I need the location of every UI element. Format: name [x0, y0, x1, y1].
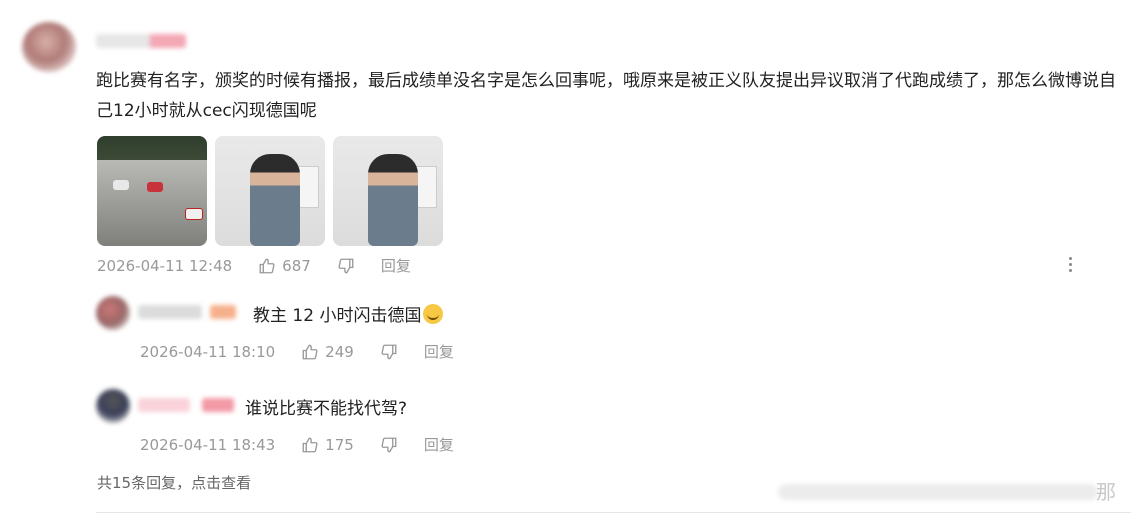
user-badge-blurred: [202, 398, 234, 412]
reply-button[interactable]: 回复: [424, 434, 454, 455]
username-blurred[interactable]: [138, 398, 190, 412]
avatar[interactable]: [96, 389, 130, 423]
dislike-button[interactable]: [380, 436, 398, 454]
like-button[interactable]: 687: [258, 257, 311, 275]
reply-input-blurred[interactable]: [778, 484, 1098, 500]
avatar[interactable]: [22, 22, 76, 72]
thumbs-down-icon: [338, 258, 354, 273]
reply-meta: 2026-04-11 18:10 249 回复: [140, 341, 454, 362]
like-button[interactable]: 175: [301, 436, 354, 454]
dislike-button[interactable]: [380, 343, 398, 361]
reply-meta: 2026-04-11 18:43 175 回复: [140, 434, 454, 455]
reply-item: 教主 12 小时闪击德国 2026-04-11 18:10 249 回复: [96, 296, 996, 366]
thumbs-down-icon: [381, 344, 397, 359]
thumbs-up-icon: [259, 258, 275, 273]
like-count: 249: [325, 342, 354, 361]
view-all-replies-link[interactable]: 共15条回复，点击查看: [97, 472, 251, 493]
reply-text: 谁说比赛不能找代驾?: [245, 399, 408, 419]
like-button[interactable]: 249: [301, 343, 354, 361]
dislike-button[interactable]: [337, 257, 355, 275]
timestamp: 2026-04-11 18:10: [140, 342, 276, 361]
thumbs-up-icon: [302, 344, 318, 359]
video-thumbnail[interactable]: [333, 136, 443, 246]
thumbs-up-icon: [302, 437, 318, 452]
reply-button[interactable]: 回复: [424, 341, 454, 362]
image-thumbnails: [97, 136, 443, 246]
user-badge-blurred: [210, 305, 236, 319]
reply-text: 教主 12 小时闪击德国: [253, 301, 444, 326]
reply-button[interactable]: 回复: [381, 255, 411, 276]
video-thumbnail[interactable]: [215, 136, 325, 246]
grin-emoji: [423, 304, 444, 324]
avatar[interactable]: [96, 296, 130, 330]
thumbs-down-icon: [381, 437, 397, 452]
reply-item: 谁说比赛不能找代驾? 2026-04-11 18:43 175 回复: [96, 389, 996, 459]
race-track-thumbnail[interactable]: [97, 136, 207, 246]
comment-text: 跑比赛有名字，颁奖的时候有播报，最后成绩单没名字是怎么回事呢，哦原来是被正义队友…: [96, 71, 1116, 121]
timestamp: 2026-04-11 12:48: [97, 256, 233, 275]
like-count: 175: [325, 435, 354, 454]
username-blurred[interactable]: [138, 305, 202, 319]
like-count: 687: [282, 256, 311, 275]
username-blurred[interactable]: [96, 34, 186, 48]
divider: [96, 512, 1131, 513]
timestamp: 2026-04-11 18:43: [140, 435, 276, 454]
truncated-text: 那: [1096, 480, 1116, 504]
comment-meta: 2026-04-11 12:48 687 回复: [97, 255, 411, 276]
more-icon[interactable]: [1063, 254, 1077, 278]
